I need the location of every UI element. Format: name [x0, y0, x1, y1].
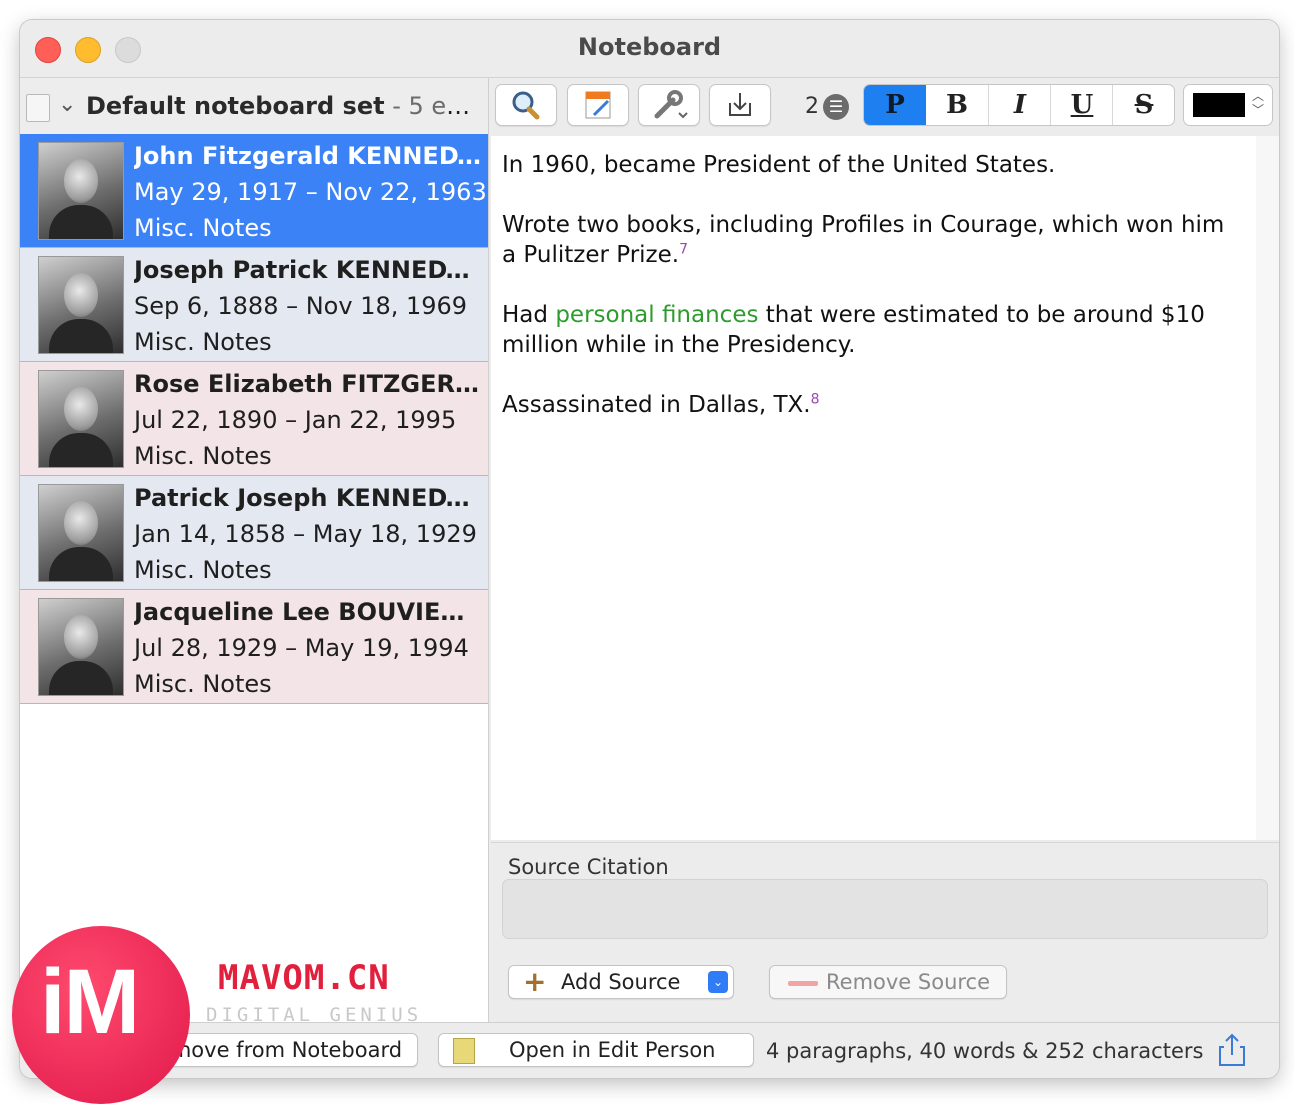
list-item[interactable]: John Fitzgerald KENNEDY... May 29, 1917 …	[20, 134, 488, 248]
entry-dates: May 29, 1917 – Nov 22, 1963	[134, 178, 487, 206]
calendar-button[interactable]	[567, 84, 629, 126]
color-swatch	[1193, 93, 1245, 117]
status-bar: emove from Noteboard Open in Edit Person…	[20, 1022, 1279, 1078]
search-button[interactable]	[495, 84, 557, 126]
remove-source-button[interactable]: Remove Source	[769, 965, 1007, 999]
source-citation-list[interactable]	[502, 879, 1268, 939]
share-icon[interactable]	[1216, 1033, 1248, 1067]
list-style-icon[interactable]: ☰	[823, 94, 849, 120]
format-segmented-control: P B I U S	[863, 84, 1175, 126]
entries-pane: ⌄ Default noteboard set - 5 entr... John…	[20, 78, 489, 1022]
list-item[interactable]: Patrick Joseph KENNEDY –... Jan 14, 1858…	[20, 476, 488, 590]
editor-scrollbar[interactable]	[1256, 136, 1279, 840]
entry-dates: Jul 28, 1929 – May 19, 1994	[134, 634, 469, 662]
entry-notes-label: Misc. Notes	[134, 556, 272, 584]
export-button[interactable]	[709, 84, 771, 126]
person-photo	[38, 256, 124, 354]
up-down-chevron-icon: ︿ ﹀	[1252, 89, 1265, 117]
paragraph: Assassinated in Dallas, TX.8	[502, 391, 820, 418]
entry-dates: Sep 6, 1888 – Nov 18, 1969	[134, 292, 468, 320]
notebook-stack-icon	[26, 90, 55, 122]
chevron-down-icon[interactable]: ⌄	[58, 92, 76, 117]
entry-dates: Jul 22, 1890 – Jan 22, 1995	[134, 406, 457, 434]
watermark-brand: MAVOM.CN	[218, 958, 390, 998]
entry-notes-label: Misc. Notes	[134, 214, 272, 242]
entries-list: John Fitzgerald KENNEDY... May 29, 1917 …	[20, 134, 488, 704]
calendar-pencil-icon	[585, 91, 611, 119]
title-bar: Noteboard	[20, 20, 1279, 78]
strikethrough-button[interactable]: S	[1112, 85, 1174, 125]
entry-name: Patrick Joseph KENNEDY –...	[134, 484, 482, 512]
paragraph: Had personal finances that were estimate…	[502, 302, 1205, 358]
download-tray-icon	[729, 93, 751, 116]
watermark-tagline: DIGITAL GENIUS	[206, 1004, 423, 1026]
entry-notes-label: Misc. Notes	[134, 442, 272, 470]
plus-icon: +	[523, 965, 547, 998]
note-editor[interactable]: In 1960, became President of the United …	[491, 136, 1257, 840]
magnifier-icon	[512, 91, 540, 120]
wrench-icon	[654, 90, 688, 119]
entry-notes-label: Misc. Notes	[134, 670, 272, 698]
underline-button[interactable]: U	[1050, 85, 1113, 125]
watermark-logo-text: iM	[40, 951, 140, 1053]
list-count: 2	[805, 94, 819, 119]
source-citation-label: Source Citation	[508, 855, 669, 879]
entry-name: John Fitzgerald KENNEDY...	[134, 142, 482, 170]
footnote-marker[interactable]: 7	[679, 241, 688, 257]
window-title: Noteboard	[577, 33, 722, 61]
italic-button[interactable]: I	[988, 85, 1051, 125]
entry-notes-label: Misc. Notes	[134, 328, 272, 356]
paragraph: In 1960, became President of the United …	[502, 152, 1056, 178]
list-item[interactable]: Rose Elizabeth FITZGERAL... Jul 22, 1890…	[20, 362, 488, 476]
notepad-icon	[453, 1038, 475, 1064]
source-citation-panel: Source Citation + Add Source ⌄ Remove So…	[491, 842, 1279, 1023]
tools-menu-button[interactable]	[638, 84, 700, 126]
add-source-button[interactable]: + Add Source ⌄	[508, 965, 734, 999]
bold-button[interactable]: B	[926, 85, 988, 125]
footnote-marker[interactable]: 8	[811, 391, 820, 407]
editor-toolbar: 2 ☰ P B I U S ︿ ﹀	[489, 78, 1279, 134]
text-color-picker[interactable]: ︿ ﹀	[1183, 84, 1273, 126]
entry-name: Joseph Patrick KENNEDY –...	[134, 256, 482, 284]
list-item[interactable]: Jacqueline Lee BOUVIER –... Jul 28, 1929…	[20, 590, 488, 704]
personal-finances-link[interactable]: personal finances	[555, 302, 758, 328]
plain-style-button[interactable]: P	[864, 85, 926, 125]
entry-dates: Jan 14, 1858 – May 18, 1929	[134, 520, 477, 548]
chevron-down-icon[interactable]: ⌄	[708, 971, 728, 993]
person-photo	[38, 370, 124, 468]
list-item[interactable]: Joseph Patrick KENNEDY –... Sep 6, 1888 …	[20, 248, 488, 362]
entry-name: Rose Elizabeth FITZGERAL...	[134, 370, 482, 398]
entry-name: Jacqueline Lee BOUVIER –...	[134, 598, 482, 626]
paragraph: Wrote two books, including Profiles in C…	[502, 212, 1225, 268]
open-in-edit-person-button[interactable]: Open in Edit Person	[438, 1033, 754, 1067]
noteboard-set-title[interactable]: Default noteboard set - 5 entr...	[86, 92, 481, 120]
person-photo	[38, 142, 124, 240]
noteboard-window: Noteboard ⌄ Default noteboard set - 5 en…	[20, 20, 1279, 1078]
minus-icon	[788, 981, 818, 986]
person-photo	[38, 598, 124, 696]
text-statistics: 4 paragraphs, 40 words & 252 characters	[766, 1039, 1204, 1063]
person-photo	[38, 484, 124, 582]
noteboard-set-selector[interactable]: ⌄ Default noteboard set - 5 entr...	[20, 78, 488, 135]
